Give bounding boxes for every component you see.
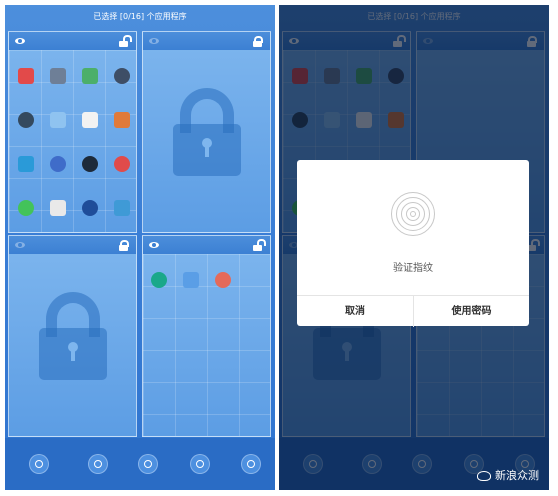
big-lock-icon [173, 88, 241, 178]
fingerprint-dialog: 验证指纹 取消 使用密码 [297, 160, 529, 327]
app-icon-palette[interactable] [215, 272, 231, 288]
lock-icon[interactable] [119, 240, 129, 251]
sina-logo-icon [477, 471, 491, 481]
panel-header [9, 236, 136, 254]
app-icon-star[interactable] [50, 156, 66, 172]
cancel-button[interactable]: 取消 [297, 296, 414, 327]
app-folder-locked-2[interactable] [8, 235, 137, 437]
app-icon-phone[interactable] [18, 68, 34, 84]
app-icon-camera[interactable] [114, 112, 130, 128]
eye-icon[interactable] [149, 242, 159, 248]
app-icon-qq[interactable] [82, 156, 98, 172]
app-icon-calendar[interactable] [82, 112, 98, 128]
app-icon-p[interactable] [151, 272, 167, 288]
app-icon-browser[interactable] [82, 200, 98, 216]
panel-header [143, 32, 270, 50]
app-icon-contacts[interactable] [82, 68, 98, 84]
fingerprint-icon [391, 192, 435, 236]
use-password-button[interactable]: 使用密码 [414, 296, 529, 327]
lock-icon[interactable] [253, 36, 263, 47]
app-icon-wechat[interactable] [18, 200, 34, 216]
unlock-icon[interactable] [119, 35, 132, 47]
app-icon-weibo[interactable] [114, 156, 130, 172]
panel-header [143, 236, 270, 254]
check-icon[interactable] [190, 454, 210, 474]
app-folder-unlocked-2[interactable] [142, 235, 271, 437]
app-icon-compass[interactable] [114, 68, 130, 84]
app-icon-weather[interactable] [50, 112, 66, 128]
app-icon-trash[interactable] [183, 272, 199, 288]
app-lock-screen: 已选择 [0/16] 个应用程序 [5, 5, 275, 490]
bottom-dock [5, 438, 275, 490]
watermark-text: 新浪众测 [495, 469, 539, 482]
unlock-icon[interactable] [253, 239, 266, 251]
color-dots-icon[interactable] [138, 454, 158, 474]
menu-icon[interactable] [241, 454, 261, 474]
app-icon-gallery[interactable] [114, 200, 130, 216]
dialog-button-bar: 取消 使用密码 [297, 295, 529, 327]
panel-header [9, 32, 136, 50]
app-folder-unlocked-1[interactable] [8, 31, 137, 233]
app-icon-clock[interactable] [18, 112, 34, 128]
app-icon-notes[interactable] [18, 156, 34, 172]
selected-count-title: 已选择 [0/16] 个应用程序 [93, 12, 187, 21]
eye-icon[interactable] [149, 38, 159, 44]
app-folder-locked-1[interactable] [142, 31, 271, 233]
list-icon[interactable] [88, 454, 108, 474]
settings-icon[interactable] [29, 454, 49, 474]
eye-icon[interactable] [15, 38, 25, 44]
eye-icon[interactable] [15, 242, 25, 248]
dialog-title: 验证指纹 [393, 263, 433, 274]
app-icon-calculator[interactable] [50, 68, 66, 84]
watermark: 新浪众测 [477, 467, 539, 483]
big-lock-icon [39, 292, 107, 382]
app-lock-screen-dialog: 已选择 [0/16] 个应用程序 [279, 5, 549, 490]
app-icon-sohu[interactable] [50, 200, 66, 216]
